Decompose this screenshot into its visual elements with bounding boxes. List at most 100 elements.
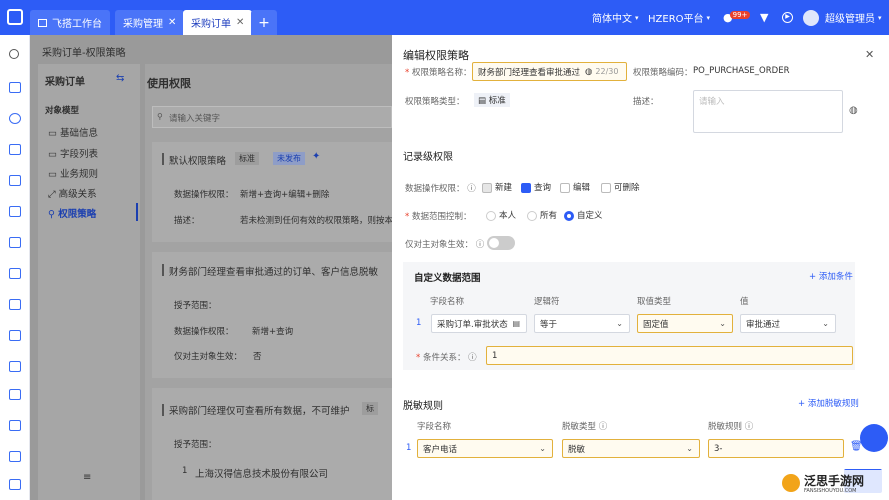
col-field: 字段名称 xyxy=(430,297,465,307)
cond-input[interactable]: 1 xyxy=(486,346,853,365)
nav-item-fields[interactable]: ▭ 字段列表 xyxy=(48,146,98,160)
ops-checkbox-edit[interactable]: 编辑 xyxy=(560,181,590,193)
switch-icon[interactable]: ⇆ xyxy=(116,73,124,84)
nav-item-relations[interactable]: ⤢ 高级关系 xyxy=(48,186,97,200)
menu-icon[interactable] xyxy=(9,82,21,93)
tab-workbench[interactable]: 飞搭工作台 xyxy=(30,10,110,35)
owner-label: 仅对主对象生效： xyxy=(174,352,243,362)
menu-icon[interactable] xyxy=(9,451,21,462)
card-title: 采购部门经理仅可查看所有数据，不可维护 xyxy=(169,406,350,417)
desc-label: 描述： xyxy=(633,97,659,107)
nav-item-permissions[interactable]: ⚲ 权限策略 xyxy=(48,206,96,220)
ops-checkbox-create[interactable]: 新建 xyxy=(482,181,512,193)
search-icon[interactable] xyxy=(9,49,19,59)
menu-icon[interactable] xyxy=(9,330,21,341)
code-value: PO_PURCHASE_ORDER xyxy=(693,66,790,76)
main-only-toggle[interactable] xyxy=(487,236,515,250)
mask-rule-input[interactable]: 3- xyxy=(708,439,844,458)
menu-icon[interactable] xyxy=(9,237,21,248)
menu-icon[interactable] xyxy=(9,144,21,155)
menu-icon[interactable] xyxy=(9,268,21,279)
menu-icon[interactable] xyxy=(9,479,21,490)
active-indicator xyxy=(136,203,138,221)
mask-field-select[interactable]: 客户电话 ⌄ xyxy=(417,439,553,458)
name-label: * 权限策略名称： xyxy=(405,68,472,78)
chevron-down-icon: ⌄ xyxy=(719,319,726,328)
chevron-down-icon: ▾ xyxy=(635,13,639,22)
close-icon[interactable]: ✕ xyxy=(865,48,874,61)
watermark-title: 泛思手游网 xyxy=(804,474,865,488)
range-radio-custom[interactable]: 自定义 xyxy=(564,209,603,221)
shirt-icon[interactable]: ▼ xyxy=(760,0,768,35)
section-label: 对象模型 xyxy=(45,106,80,116)
avatar xyxy=(803,9,819,26)
help-icon: ⓘ xyxy=(473,240,485,250)
close-icon[interactable]: ✕ xyxy=(168,17,176,28)
list-icon: ▤ xyxy=(512,319,520,328)
policy-list: 使用权限 请输入关键字 ⚲ 默认权限策略 标准 未发布 ✦ 数据操作权限： 新增… xyxy=(145,64,402,500)
value-type-select[interactable]: 固定值 ⌄ xyxy=(637,314,733,333)
pin-icon[interactable]: ✦ xyxy=(312,151,320,162)
notification-badge: 99+ xyxy=(729,10,751,19)
menu-icon[interactable] xyxy=(9,299,21,310)
chevron-down-icon: ⌄ xyxy=(822,319,829,328)
menu-icon[interactable] xyxy=(9,113,21,124)
tab-purchase-order[interactable]: 采购订单 ✕ xyxy=(183,10,253,35)
col-vtype: 取值类型 xyxy=(637,297,672,307)
watermark-logo: 泛思手游网 FANSISHOUYOU.COM xyxy=(780,470,883,497)
platform-select[interactable]: HZERO平台 ▾ xyxy=(648,0,710,35)
menu-icon[interactable] xyxy=(9,361,21,372)
drawer-title: 编辑权限策略 xyxy=(403,49,469,62)
globe-icon[interactable]: ◍ xyxy=(585,67,592,77)
menu-icon[interactable] xyxy=(9,420,21,431)
ops-checkbox-query[interactable]: 查询 xyxy=(521,181,551,193)
add-tab-button[interactable]: + xyxy=(251,10,277,35)
help-icon: ⓘ xyxy=(464,184,476,194)
search-input[interactable]: 请输入关键字 xyxy=(152,106,392,128)
user-menu[interactable]: 超级管理员 ▾ xyxy=(803,0,882,35)
card-title: 财务部门经理查看审批通过的订单、客户信息脱敏 xyxy=(169,267,379,278)
play-icon[interactable]: ▶ xyxy=(782,0,793,35)
nav-item-rules[interactable]: ▭ 业务规则 xyxy=(48,166,98,180)
range-radio-all[interactable]: 所有 xyxy=(527,209,557,221)
status-badge: 标 xyxy=(362,402,378,415)
name-input[interactable]: 财务部门经理查看审批通过 ◍ 22/30 xyxy=(472,62,627,81)
operator-select[interactable]: 等于 ⌄ xyxy=(534,314,630,333)
chat-icon[interactable] xyxy=(860,424,888,452)
mask-type-select[interactable]: 脱敏 ⌄ xyxy=(562,439,700,458)
range-radio-self[interactable]: 本人 xyxy=(486,209,516,221)
type-value: ▤ 标准 xyxy=(474,93,510,107)
ops-checkbox-delete[interactable]: 可删除 xyxy=(601,181,640,193)
watermark-sub: FANSISHOUYOU.COM xyxy=(804,488,857,494)
tab-procurement[interactable]: 采购管理 ✕ xyxy=(115,10,185,35)
help-icon: ⓘ xyxy=(465,353,477,363)
close-icon[interactable]: ✕ xyxy=(236,17,244,28)
owner-value: 否 xyxy=(253,352,262,362)
mask-row-index: 1 xyxy=(406,443,412,453)
menu-icon[interactable] xyxy=(9,206,21,217)
policy-card-procurement[interactable]: 采购部门经理仅可查看所有数据，不可维护 标 授予范围： 1 上海汉得信息技术股份… xyxy=(152,388,392,500)
chevron-down-icon: ⌄ xyxy=(539,444,546,453)
language-select[interactable]: 简体中文 ▾ xyxy=(592,0,639,35)
chevron-down-icon: ⌄ xyxy=(616,319,623,328)
company-name: 上海汉得信息技术股份有限公司 xyxy=(195,469,329,480)
policy-card-default[interactable]: 默认权限策略 标准 未发布 ✦ 数据操作权限： 新增+查询+编辑+删除 描述： … xyxy=(152,142,402,242)
policy-card-finance[interactable]: 财务部门经理查看审批通过的订单、客户信息脱敏 授予范围： 数据操作权限： 新增+… xyxy=(152,252,392,378)
nav-item-basic[interactable]: ▭ 基础信息 xyxy=(48,125,98,139)
menu-icon[interactable] xyxy=(9,389,21,400)
notification-button[interactable]: ● 99+ xyxy=(723,0,751,35)
menu-icon[interactable] xyxy=(9,175,21,186)
status-badge: 标准 xyxy=(235,152,259,165)
mask-col-type: 脱敏类型 ⓘ xyxy=(562,422,608,432)
add-mask-button[interactable]: + 添加脱敏规则 xyxy=(798,397,859,409)
main-only-label: 仅对主对象生效： ⓘ xyxy=(405,240,485,250)
add-condition-button[interactable]: + 添加条件 xyxy=(809,270,853,282)
app-logo[interactable] xyxy=(7,9,23,25)
chevron-down-icon: ▾ xyxy=(706,13,711,22)
desc-textarea[interactable]: 请输入 xyxy=(693,90,843,133)
logo-icon xyxy=(782,474,800,492)
globe-icon[interactable]: ◍ xyxy=(849,105,858,116)
value-select[interactable]: 审批通过 ⌄ xyxy=(740,314,836,333)
field-select[interactable]: 采购订单.审批状态 ▤ xyxy=(431,314,527,333)
collapse-icon[interactable]: ≡ xyxy=(83,472,91,483)
